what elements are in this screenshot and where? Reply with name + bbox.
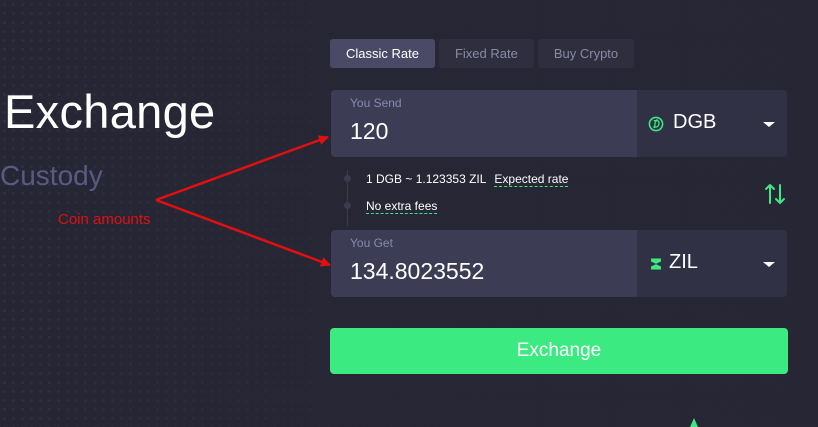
no-extra-fees-link[interactable]: No extra fees	[366, 199, 438, 214]
get-amount-label: You Get	[350, 236, 393, 250]
zil-coin-icon	[651, 258, 661, 270]
get-amount-input[interactable]: You Get 134.8023552	[331, 230, 637, 297]
get-currency-name: ZIL	[669, 251, 698, 273]
rate-tabs: Classic Rate Fixed Rate Buy Crypto	[330, 39, 635, 68]
swap-arrows-icon[interactable]	[764, 182, 786, 206]
dgb-coin-icon	[648, 116, 664, 132]
send-currency-name: DGB	[673, 111, 717, 133]
exchange-button[interactable]: Exchange	[330, 328, 788, 374]
send-currency-select[interactable]: DGB	[637, 90, 787, 157]
decorative-triangle	[690, 418, 698, 427]
chevron-down-icon	[763, 122, 775, 127]
annotation-arrow-to-send	[155, 135, 329, 202]
chevron-down-icon	[763, 262, 775, 267]
tab-fixed-rate[interactable]: Fixed Rate	[438, 39, 534, 68]
tab-classic-rate[interactable]: Classic Rate	[330, 39, 435, 68]
send-amount-label: You Send	[350, 96, 402, 110]
hero-title: Exchange	[4, 85, 216, 138]
send-field: You Send 120 DGB	[331, 90, 787, 157]
send-amount-input[interactable]: You Send 120	[331, 90, 637, 157]
rail-dot-rate	[344, 175, 351, 182]
get-field: You Get 134.8023552 ZIL	[331, 230, 787, 297]
get-currency-select[interactable]: ZIL	[637, 230, 787, 297]
annotation-arrow-to-get	[155, 198, 331, 267]
expected-rate-link[interactable]: Expected rate	[494, 172, 569, 187]
annotation-label: Coin amounts	[58, 211, 151, 228]
exchange-rate-text: 1 DGB ~ 1.123353 ZIL	[366, 172, 487, 186]
send-amount-value: 120	[350, 118, 389, 144]
rail-dot-fees	[344, 202, 351, 209]
tab-buy-crypto[interactable]: Buy Crypto	[537, 39, 635, 68]
exchange-rate-info: 1 DGB ~ 1.123353 ZIL Expected rate	[366, 172, 569, 187]
get-amount-value: 134.8023552	[350, 258, 485, 284]
hero-subtitle: Custody	[0, 160, 103, 191]
